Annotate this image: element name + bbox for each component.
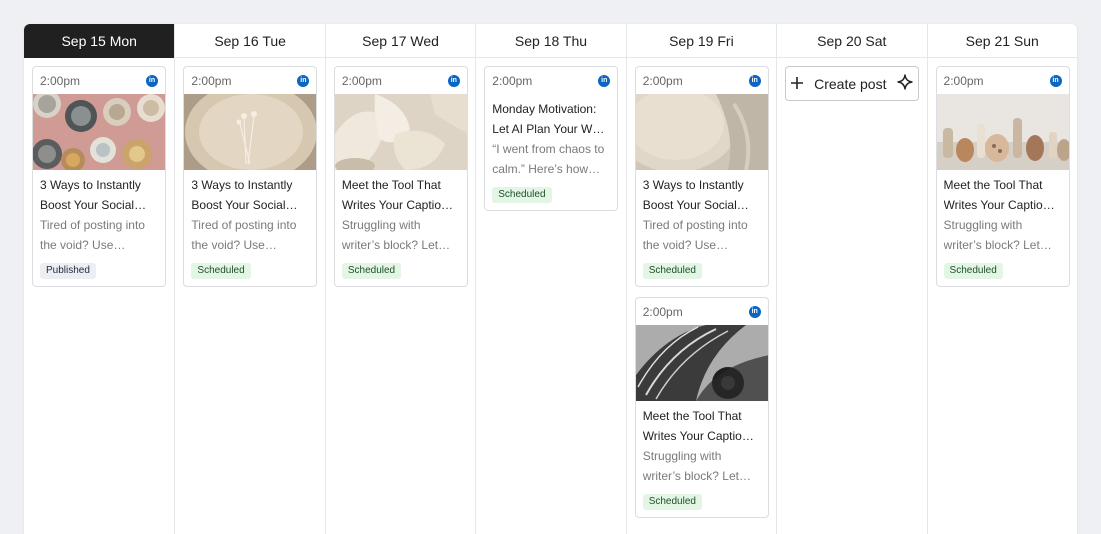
day-header[interactable]: Sep 18 Thu xyxy=(476,24,626,58)
post-title: Meet the Tool That Writes Your Captio… xyxy=(341,178,454,212)
linkedin-icon: in xyxy=(297,74,310,87)
status-badge: Scheduled xyxy=(943,263,1003,279)
status-badge: Scheduled xyxy=(492,187,552,203)
post-card[interactable]: 2:00pm in 3 Ways to Instantly Boost Your… xyxy=(183,66,318,287)
post-card[interactable]: 2:00pm in 3 Ways to Instantly Boost Your… xyxy=(32,66,166,287)
post-title: Meet the Tool That Writes Your Captio… xyxy=(943,178,1055,212)
post-thumbnail xyxy=(33,94,165,170)
post-card[interactable]: 2:00pm in 3 Ways to Instantly Boost Your… xyxy=(634,66,769,287)
post-excerpt: Tired of posting into the void? Use thes… xyxy=(40,218,145,252)
create-post-button[interactable]: Create post xyxy=(785,66,920,101)
day-column-fri: Sep 19 Fri 2:00pm in 3 Ways to Instantly… xyxy=(625,24,777,534)
post-title: 3 Ways to Instantly Boost Your Social… xyxy=(191,178,298,212)
linkedin-icon: in xyxy=(748,74,761,87)
post-time: 2:00pm xyxy=(642,73,683,88)
post-card[interactable]: 2:00pm in Meet the Tool That Writes Your… xyxy=(634,297,769,518)
post-thumbnail xyxy=(936,94,1069,170)
post-time: 2:00pm xyxy=(642,304,683,319)
create-post-label: Create post xyxy=(814,75,887,92)
linkedin-icon: in xyxy=(1049,74,1062,87)
linkedin-icon: in xyxy=(146,74,158,87)
status-badge: Scheduled xyxy=(642,494,702,510)
post-title: Meet the Tool That Writes Your Captio… xyxy=(642,409,754,443)
week-calendar: Sep 15 Mon 2:00pm in 3 Ways to Instantly… xyxy=(24,24,1077,534)
post-excerpt: Tired of posting into the void? Use thes… xyxy=(642,218,748,252)
post-time: 2:00pm xyxy=(492,73,533,88)
day-header[interactable]: Sep 15 Mon xyxy=(24,24,175,58)
post-excerpt: “I went from chaos to calm.” Here’s how… xyxy=(492,142,605,176)
post-title: 3 Ways to Instantly Boost Your Social… xyxy=(642,178,749,212)
day-column-wed: Sep 17 Wed 2:00pm in Meet the Tool That … xyxy=(324,24,476,534)
status-badge: Scheduled xyxy=(642,263,702,279)
post-thumbnail xyxy=(635,325,768,401)
day-header[interactable]: Sep 16 Tue xyxy=(175,24,325,58)
post-title: Monday Motivation: Let AI Plan Your W… xyxy=(492,102,605,136)
post-time: 2:00pm xyxy=(191,73,232,88)
day-column-thu: Sep 18 Thu 2:00pm in Monday Motivation: … xyxy=(475,24,626,534)
post-thumbnail xyxy=(334,94,467,170)
day-column-sun: Sep 21 Sun 2:00pm in Meet the Tool That … xyxy=(926,24,1077,534)
post-title: 3 Ways to Instantly Boost Your Social… xyxy=(40,178,147,212)
plus-icon xyxy=(790,74,804,94)
linkedin-icon: in xyxy=(598,74,611,87)
post-thumbnail xyxy=(635,94,768,170)
post-excerpt: Struggling with writer’s block? Let… xyxy=(943,218,1052,252)
post-card[interactable]: 2:00pm in Meet the Tool That Writes Your… xyxy=(935,66,1070,287)
post-time: 2:00pm xyxy=(40,73,81,88)
day-header[interactable]: Sep 19 Fri xyxy=(626,24,777,58)
linkedin-icon: in xyxy=(447,74,460,87)
post-card[interactable]: 2:00pm in Monday Motivation: Let AI Plan… xyxy=(484,66,619,211)
day-column-tue: Sep 16 Tue 2:00pm in 3 Ways to Instantly… xyxy=(174,24,325,534)
post-thumbnail xyxy=(184,94,317,170)
post-excerpt: Struggling with writer’s block? Let… xyxy=(642,449,751,483)
post-time: 2:00pm xyxy=(341,73,382,88)
post-time: 2:00pm xyxy=(943,73,984,88)
day-header[interactable]: Sep 17 Wed xyxy=(325,24,476,58)
post-excerpt: Struggling with writer’s block? Let… xyxy=(341,218,451,252)
status-badge: Published xyxy=(40,263,96,279)
post-card[interactable]: 2:00pm in Meet the Tool That Writes Your… xyxy=(333,66,468,287)
day-header[interactable]: Sep 21 Sun xyxy=(927,24,1077,58)
post-excerpt: Tired of posting into the void? Use thes… xyxy=(191,218,297,252)
day-column-mon: Sep 15 Mon 2:00pm in 3 Ways to Instantly… xyxy=(24,24,175,534)
day-column-sat: Sep 20 Sat Create post xyxy=(776,24,927,534)
status-badge: Scheduled xyxy=(341,263,402,279)
status-badge: Scheduled xyxy=(191,263,251,279)
sparkle-icon xyxy=(897,74,913,93)
day-header[interactable]: Sep 20 Sat xyxy=(777,24,927,58)
linkedin-icon: in xyxy=(748,305,761,318)
